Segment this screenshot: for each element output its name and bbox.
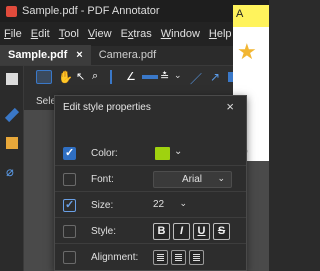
- underline-button[interactable]: U: [193, 223, 210, 240]
- tab-camera-pdf[interactable]: Camera.pdf: [91, 45, 164, 65]
- divider: [55, 217, 246, 218]
- menu-extras-hotkey: x: [127, 28, 134, 40]
- menu-file-hotkey: F: [4, 28, 11, 40]
- zoom-icon[interactable]: ⌕: [92, 70, 108, 84]
- menu-edit[interactable]: Edit: [31, 28, 50, 40]
- align-left-button[interactable]: [153, 250, 168, 265]
- size-row: Size: 22 ⌄: [55, 196, 246, 216]
- menu-help[interactable]: Help: [209, 28, 232, 40]
- menu-view-hotkey: V: [87, 28, 96, 40]
- attachment-icon[interactable]: ⌀: [6, 164, 18, 179]
- alignment-row: Alignment:: [55, 248, 246, 268]
- menu-view[interactable]: View: [88, 28, 112, 40]
- chevron-down-icon: ⌄: [217, 173, 225, 183]
- tab-label: Camera.pdf: [98, 49, 157, 61]
- arrow-icon[interactable]: ↗: [210, 70, 226, 84]
- alignment-label: Alignment:: [91, 252, 139, 263]
- line-style-icon[interactable]: [142, 75, 158, 79]
- strikethrough-button[interactable]: S: [213, 223, 230, 240]
- cursor-icon[interactable]: ↖: [76, 70, 92, 84]
- menu-edit-hotkey: E: [30, 28, 39, 40]
- close-icon[interactable]: ×: [226, 99, 234, 114]
- color-row: Color: ⌄: [55, 144, 246, 164]
- style-row: Style: B I U S: [55, 222, 246, 242]
- font-value: Arial: [182, 174, 203, 185]
- hand-icon[interactable]: ✋: [58, 70, 74, 84]
- menu-help-hotkey: H: [208, 28, 217, 40]
- dialog-header: Edit style properties ×: [55, 96, 246, 118]
- tab-sample-pdf[interactable]: Sample.pdf ×: [0, 45, 91, 65]
- window-title: Sample.pdf - PDF Annotator: [22, 5, 160, 17]
- color-swatch[interactable]: [155, 147, 170, 160]
- menu-window[interactable]: Window: [161, 28, 200, 40]
- size-label: Size:: [91, 200, 114, 211]
- pen-icon[interactable]: [4, 107, 20, 123]
- menu-window-hotkey: W: [160, 28, 172, 40]
- close-tab-icon[interactable]: ×: [76, 49, 82, 61]
- divider: [55, 165, 246, 166]
- marker-icon[interactable]: ∠: [126, 70, 142, 84]
- line-icon[interactable]: ／: [190, 70, 206, 86]
- align-right-button[interactable]: [189, 250, 204, 265]
- size-value: 22: [153, 199, 165, 210]
- menu-extras[interactable]: Extras: [121, 28, 152, 40]
- edit-style-dialog: Edit style properties × Color: ⌄ Font: A…: [54, 95, 247, 271]
- style-checkbox[interactable]: [63, 225, 76, 238]
- pages-icon[interactable]: [6, 73, 18, 85]
- chevron-down-icon[interactable]: ⌄: [174, 146, 182, 157]
- notes-icon[interactable]: [6, 137, 18, 149]
- title-bar: Sample.pdf - PDF Annotator: [0, 0, 269, 22]
- alignment-checkbox[interactable]: [63, 251, 76, 264]
- chevron-down-icon: ⌄: [179, 198, 187, 208]
- tab-bar: Sample.pdf × Camera.pdf: [0, 45, 269, 66]
- menu-tool-hotkey: T: [58, 28, 65, 40]
- font-select[interactable]: Arial ⌄: [153, 171, 232, 188]
- color-label: Color:: [91, 148, 118, 159]
- app-icon: [6, 5, 17, 17]
- divider: [55, 191, 246, 192]
- color-checkbox[interactable]: [63, 146, 76, 160]
- select-tool-button[interactable]: [36, 70, 52, 84]
- dialog-title: Edit style properties: [63, 101, 151, 113]
- size-select[interactable]: 22 ⌄: [153, 197, 187, 214]
- font-label: Font:: [91, 174, 114, 185]
- italic-button[interactable]: I: [173, 223, 190, 240]
- menu-bar: File Edit Tool View Extras Window Help ⌄: [0, 22, 269, 46]
- menu-tool[interactable]: Tool: [59, 28, 79, 40]
- size-checkbox[interactable]: [63, 198, 76, 212]
- style-label: Style:: [91, 226, 117, 237]
- align-center-button[interactable]: [171, 250, 186, 265]
- chevron-down-icon[interactable]: ⌄: [174, 70, 190, 84]
- highlighter-icon[interactable]: [110, 70, 112, 84]
- tab-label: Sample.pdf: [8, 49, 68, 61]
- font-row: Font: Arial ⌄: [55, 170, 246, 190]
- menu-file[interactable]: File: [4, 28, 22, 40]
- star-icon[interactable]: ★: [237, 39, 257, 65]
- left-tool-strip: ⌀: [0, 66, 24, 271]
- note-annotation[interactable]: A: [233, 5, 269, 27]
- bold-button[interactable]: B: [153, 223, 170, 240]
- note-text: A: [236, 8, 244, 20]
- font-checkbox[interactable]: [63, 173, 76, 186]
- divider: [55, 243, 246, 244]
